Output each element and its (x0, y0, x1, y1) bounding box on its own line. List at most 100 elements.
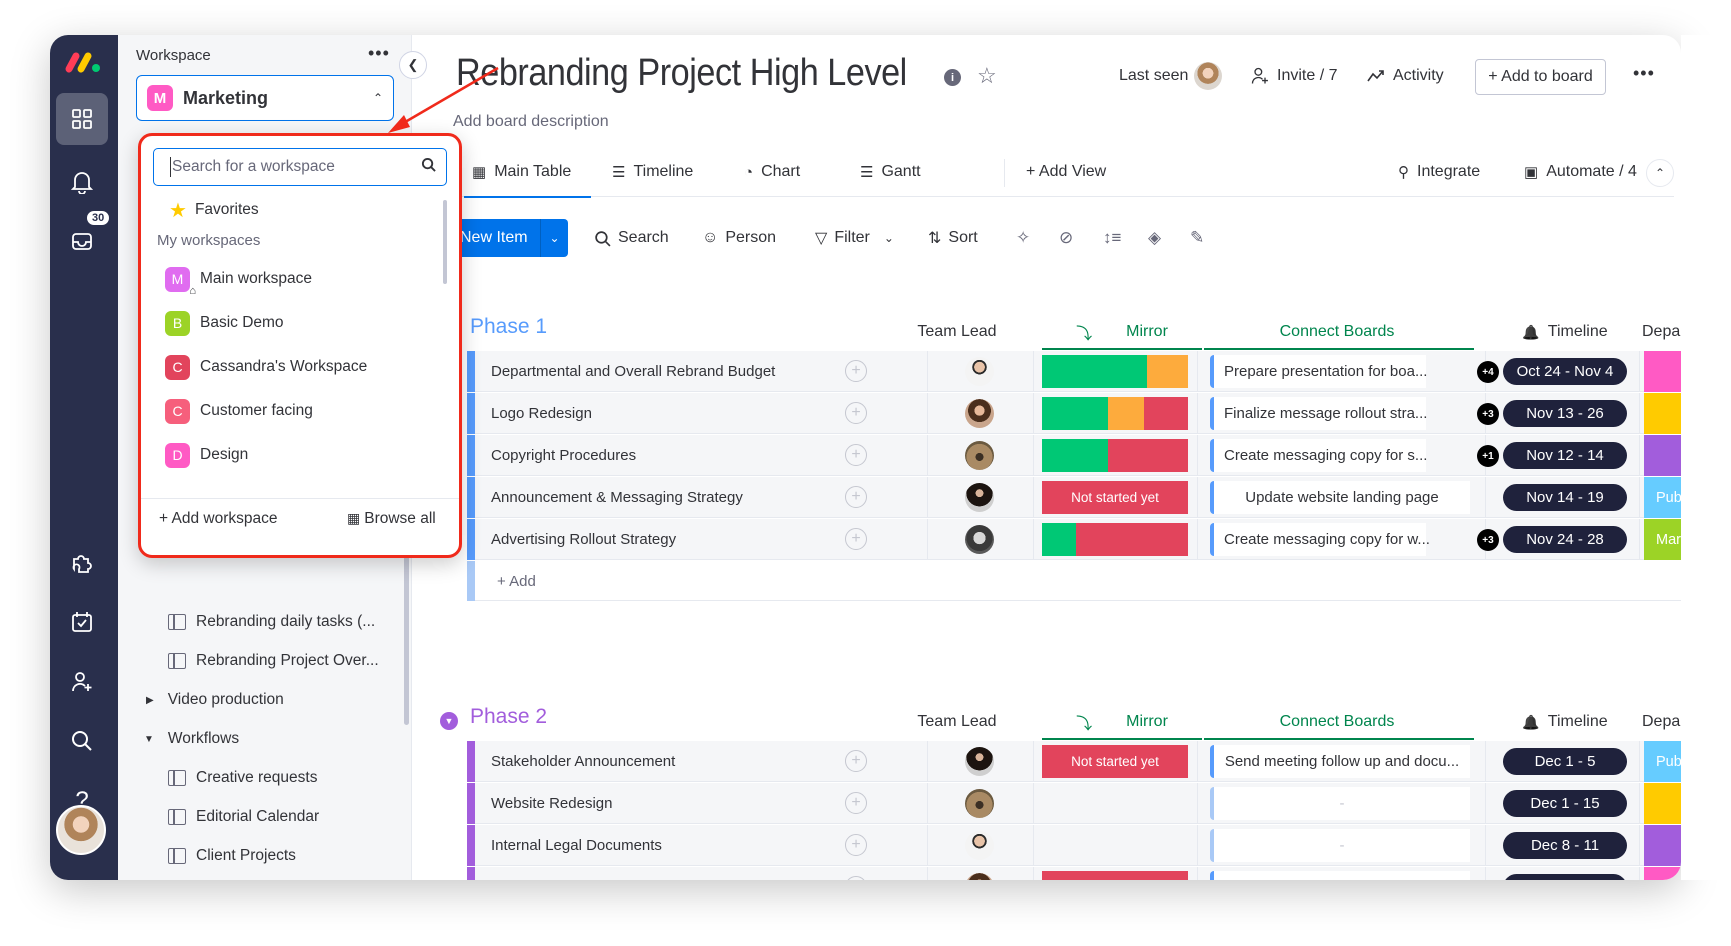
column-header-mirror[interactable]: ⤵ Mirror (1042, 705, 1202, 739)
integrations-icon[interactable] (56, 537, 108, 589)
mirror-status-bar[interactable] (1042, 439, 1188, 472)
pin-icon[interactable]: ✧ (1016, 219, 1030, 257)
row-height-icon[interactable]: ↕≡ (1103, 219, 1121, 257)
info-icon[interactable]: i (944, 69, 961, 86)
timeline-pill[interactable]: Dec 1 - 15 (1503, 790, 1627, 817)
group-collapse-icon[interactable]: ▼ (440, 712, 458, 730)
item-name[interactable]: Announcement & Messaging Strategy (491, 477, 743, 518)
department-label[interactable]: Financ (1644, 867, 1681, 880)
table-row[interactable]: Announcement & Messaging Strategy + Not st… (467, 477, 1681, 518)
mirror-status-label[interactable]: Not started yet (1042, 871, 1188, 880)
add-update-icon[interactable]: + (845, 360, 867, 382)
department-label[interactable]: Marketin (1644, 519, 1681, 560)
workspace-option[interactable]: M ⌂ Main workspace (165, 264, 312, 297)
browse-all-button[interactable]: ▦ Browse all (347, 510, 436, 528)
group-title[interactable]: Phase 2 (470, 705, 547, 729)
more-items-badge[interactable]: +4 (1477, 361, 1499, 383)
sidebar-more-icon[interactable]: ••• (368, 43, 390, 64)
workspace-option[interactable]: C Cassandra's Workspace (165, 352, 367, 382)
invite-members-icon[interactable] (56, 656, 108, 708)
item-name[interactable]: Logo Redesign (491, 393, 592, 434)
workspace-search-input[interactable]: Search for a workspace (153, 148, 447, 186)
edit-icon[interactable]: ✎ (1190, 219, 1204, 257)
table-row[interactable]: Stakeholder Announcement + Not started yet… (467, 741, 1681, 782)
workspace-option[interactable]: C Customer facing (165, 396, 313, 426)
add-item-row[interactable]: + Add (467, 561, 1681, 601)
table-row[interactable]: Website Redesign + - Dec 1 - 15 Design (467, 783, 1681, 824)
table-row[interactable]: Copyright Procedures + Create messaging co… (467, 435, 1681, 476)
team-lead-avatar[interactable] (965, 873, 994, 880)
add-update-icon[interactable]: + (845, 750, 867, 772)
column-header-timeline[interactable]: 🔔 Timeline (1490, 315, 1640, 349)
mirror-status-label[interactable]: Not started yet (1042, 481, 1188, 514)
favorites-item[interactable]: ★ Favorites (169, 196, 259, 224)
more-items-badge[interactable]: +1 (1477, 445, 1499, 467)
connected-item-empty[interactable]: - (1210, 829, 1470, 862)
add-update-icon[interactable]: + (845, 444, 867, 466)
search-button[interactable]: Search (594, 219, 669, 257)
timeline-pill[interactable]: Nov 24 - 28 (1503, 526, 1627, 553)
department-label[interactable]: Public Relat (1644, 741, 1681, 782)
workspace-selector[interactable]: M Marketing ⌃ (136, 75, 394, 121)
column-header-connect-boards[interactable]: Connect Boards (1202, 705, 1472, 739)
table-row[interactable]: Departmental and Overall Rebrand Budget +… (467, 351, 1681, 392)
invite-button[interactable]: Invite / 7 (1250, 58, 1337, 94)
connected-item[interactable]: Update website landing page (1210, 481, 1470, 514)
department-label[interactable]: Legal (1644, 435, 1681, 476)
timeline-pill[interactable]: Dec 1 - 5 (1503, 748, 1627, 775)
add-update-icon[interactable]: + (845, 876, 867, 880)
table-row[interactable]: Logo Redesign + Finalize message rollout s… (467, 393, 1681, 434)
column-header-team-lead[interactable]: Team Lead (897, 705, 1017, 739)
timeline-pill[interactable]: Nov 13 - 26 (1503, 400, 1627, 427)
connected-item[interactable]: Update website landing page (1210, 871, 1470, 880)
workspace-option[interactable]: B Basic Demo (165, 308, 284, 338)
more-items-badge[interactable]: +3 (1477, 403, 1499, 425)
sidebar-item-board[interactable]: Editorial Calendar (118, 802, 411, 832)
hide-icon[interactable]: ⊘ (1059, 219, 1073, 257)
mirror-status-label[interactable]: Not started yet (1042, 745, 1188, 778)
column-header-timeline[interactable]: 🔔 Timeline (1490, 705, 1640, 739)
workspace-option[interactable]: D Design (165, 440, 248, 470)
team-lead-avatar[interactable] (965, 441, 994, 470)
add-update-icon[interactable]: + (845, 402, 867, 424)
item-name[interactable]: Departmental and Overall Rebrand Budget (491, 351, 775, 392)
add-update-icon[interactable]: + (845, 528, 867, 550)
activity-button[interactable]: Activity (1367, 58, 1444, 94)
connected-item-empty[interactable]: - (1210, 787, 1470, 820)
table-row[interactable]: Internal Legal Documents + - Dec 8 - 11 Lega… (467, 825, 1681, 866)
monday-logo[interactable] (64, 49, 104, 75)
department-label[interactable]: Finance (1644, 351, 1681, 392)
automate-button[interactable]: ▣ Automate / 4 (1524, 147, 1637, 197)
department-label[interactable]: Design (1644, 783, 1681, 824)
sidebar-item-board[interactable]: Creative requests (118, 763, 411, 793)
sidebar-item-board[interactable]: Client Projects (118, 841, 411, 871)
mirror-status-bar[interactable] (1042, 355, 1188, 388)
add-update-icon[interactable]: + (845, 486, 867, 508)
add-item-button[interactable]: + Add (497, 561, 536, 601)
department-label[interactable]: Design (1644, 393, 1681, 434)
connected-item[interactable]: Prepare presentation for boa... (1210, 355, 1427, 388)
filter-button[interactable]: ▽ Filter ⌄ (815, 219, 894, 257)
workspaces-icon[interactable] (56, 93, 108, 145)
search-icon[interactable] (56, 715, 108, 767)
collapse-sidebar-button[interactable]: ❮ (399, 51, 427, 79)
more-options-icon[interactable]: ••• (1633, 63, 1655, 84)
timeline-pill[interactable]: Nov 12 - 14 (1503, 442, 1627, 469)
board-title[interactable]: Rebranding Project High Level (456, 52, 907, 95)
team-lead-avatar[interactable] (965, 831, 994, 860)
collapse-header-button[interactable]: ⌃ (1646, 159, 1674, 187)
item-name[interactable]: Copyright Procedures (491, 435, 636, 476)
person-filter-button[interactable]: ☺ Person (702, 219, 776, 257)
add-view-button[interactable]: + Add View (1026, 147, 1106, 197)
column-header-department[interactable]: Departm (1642, 705, 1681, 739)
new-item-button[interactable]: New Item ⌄ (460, 219, 568, 257)
timeline-pill[interactable]: Dec 8 - 11 (1503, 832, 1627, 859)
favorite-star-icon[interactable]: ☆ (977, 63, 997, 89)
connected-item[interactable]: Create messaging copy for s... (1210, 439, 1427, 472)
timeline-pill[interactable]: Oct 24 - Nov 4 (1503, 358, 1627, 385)
dropdown-scrollbar[interactable] (443, 200, 447, 284)
sidebar-folder-workflows[interactable]: ▼ Workflows (118, 724, 411, 754)
connected-item[interactable]: Create messaging copy for w... (1210, 523, 1430, 556)
team-lead-avatar[interactable] (965, 789, 994, 818)
timeline-pill[interactable]: Dec 10 - 18 (1503, 874, 1627, 880)
